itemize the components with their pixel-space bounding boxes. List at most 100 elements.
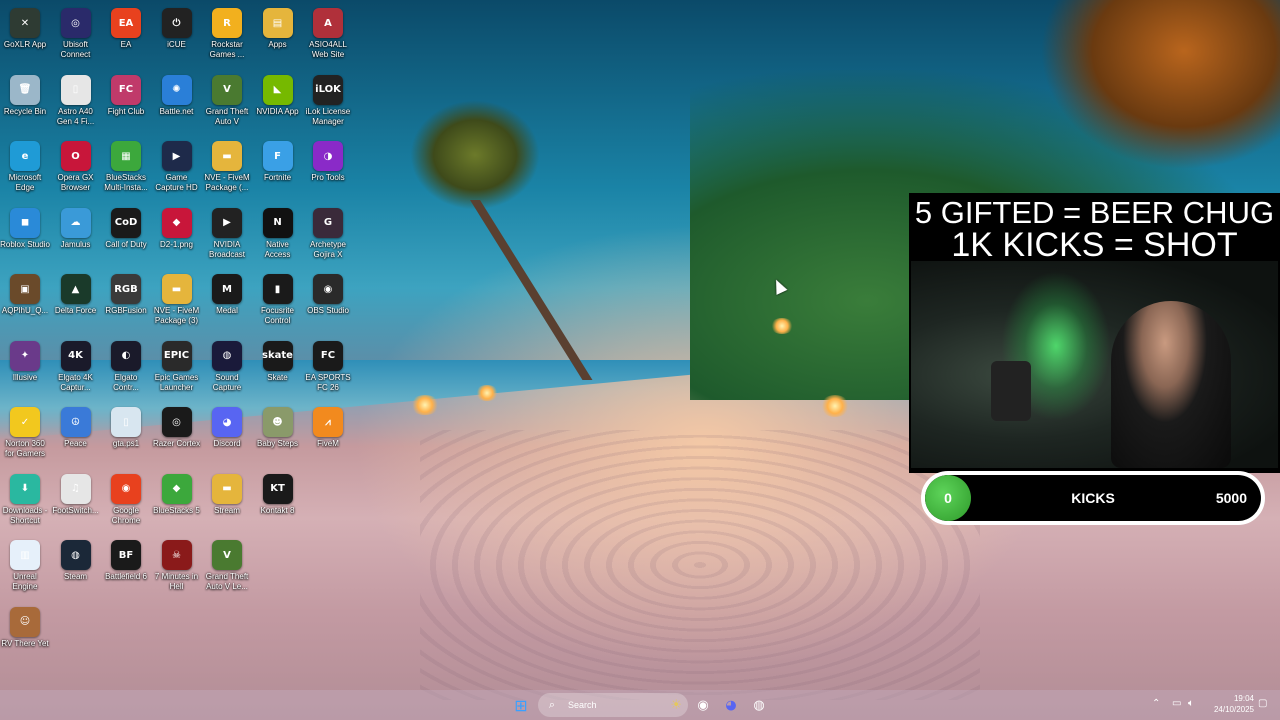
desktop-icon[interactable]: EA EA: [101, 2, 151, 68]
desktop-icon[interactable]: ◉ OBS Studio: [303, 268, 353, 334]
desktop-icon[interactable]: V Grand Theft Auto V Le...: [202, 534, 252, 600]
desktop-icon[interactable]: ◕ Discord: [202, 401, 252, 467]
desktop-icon[interactable]: ✕ GoXLR App: [0, 2, 50, 68]
desktop-icon-label: Grand Theft Auto V: [205, 106, 249, 126]
desktop-icon[interactable]: ☺ RV There Yet: [0, 601, 50, 667]
desktop-icon[interactable]: M Medal: [202, 268, 252, 334]
desktop-icon[interactable]: G Archetype Gojira X: [303, 202, 353, 268]
desktop-icon[interactable]: 4K Elgato 4K Captur...: [51, 335, 101, 401]
desktop-icon[interactable]: R Rockstar Games ...: [202, 2, 252, 68]
app-icon: ◐: [111, 340, 141, 371]
desktop-icon-label: Delta Force: [54, 306, 97, 315]
desktop-icon[interactable]: RGB RGBFusion: [101, 268, 151, 334]
desktop-icon[interactable]: ▶ Game Capture HD: [152, 135, 202, 201]
taskbar-discord-button[interactable]: ◕: [720, 694, 742, 716]
desktop-icon[interactable]: iLOK iLok License Manager: [303, 69, 353, 135]
desktop-icon[interactable]: ◉ Google Chrome: [101, 468, 151, 534]
desktop-icon[interactable]: ◐ Elgato Contr...: [101, 335, 151, 401]
app-icon: CoD: [111, 207, 141, 238]
desktop-icon[interactable]: N Native Access: [253, 202, 303, 268]
desktop-icon[interactable]: EPIC Epic Games Launcher: [152, 335, 202, 401]
clock-time: 19:04: [1233, 694, 1254, 703]
desktop-icon[interactable]: ▯ Astro A40 Gen 4 Fi...: [51, 69, 101, 135]
desktop-icon[interactable]: ▥ Unreal Engine: [0, 534, 50, 600]
desktop-icon[interactable]: V Grand Theft Auto V: [202, 69, 252, 135]
desktop-icon[interactable]: ▣ AQPlhU_Q...: [0, 268, 50, 334]
desktop-icon[interactable]: ☻ Baby Steps: [253, 401, 303, 467]
desktop-icon-label: NVIDIA App: [256, 106, 299, 116]
desktop-icon[interactable]: FC EA SPORTS FC 26: [303, 335, 353, 401]
desktop-icon[interactable]: ☠ 7 Minutes in Hell: [152, 534, 202, 600]
desktop-icon[interactable]: ⬇ Downloads - Shortcut: [0, 468, 50, 534]
app-icon: BF: [111, 540, 141, 570]
desktop-icon[interactable]: ✺ Battle.net: [152, 69, 202, 135]
app-icon: FC: [313, 340, 343, 371]
desktop-icon[interactable]: ⏻ iCUE: [152, 2, 202, 68]
taskbar-steam-button[interactable]: ◍: [748, 694, 770, 716]
desktop-icon[interactable]: ▲ Delta Force: [51, 268, 101, 334]
desktop-icon[interactable]: ◼ Roblox Studio: [0, 202, 50, 268]
app-icon: ▮: [262, 274, 293, 304]
desktop-icon[interactable]: ⩘ FiveM: [303, 401, 353, 467]
desktop-icon[interactable]: ☁ Jamulus: [51, 202, 101, 268]
desktop-icon[interactable]: ◍ Steam: [51, 534, 101, 600]
desktop-icon[interactable]: CoD Call of Duty: [101, 202, 151, 268]
desktop-icon[interactable]: ◆ BlueStacks 5: [152, 468, 202, 534]
app-icon: ◆: [161, 207, 192, 238]
taskbar-search[interactable]: ⌕ Search ☀: [538, 693, 688, 717]
desktop-icon-label: Unreal Engine: [12, 572, 38, 591]
desktop-icon[interactable]: ▦ BlueStacks Multi-Insta...: [101, 135, 151, 201]
app-icon: ▯: [60, 74, 91, 105]
desktop-icon[interactable]: ◎ Razer Cortex: [152, 401, 202, 467]
desktop-icon[interactable]: e Microsoft Edge: [0, 135, 50, 201]
desktop-icon[interactable]: ▤ Apps: [253, 2, 303, 68]
desktop-icon-label: Ubisoft Connect: [60, 40, 91, 59]
desktop-icon[interactable]: O Opera GX Browser: [51, 135, 101, 201]
app-icon: ✕: [10, 8, 40, 38]
desktop-icon[interactable]: ▬ NVE - FiveM Package (...: [202, 135, 252, 201]
desktop-icon[interactable]: ✦ Illusive: [0, 335, 50, 401]
desktop-icon[interactable]: FC Fight Club: [101, 69, 151, 135]
goal-label: KICKS: [1071, 490, 1115, 506]
volume-icon[interactable]: 🔈︎: [1188, 698, 1194, 709]
desktop-icon[interactable]: ◆ D2-1.png: [152, 202, 202, 268]
desktop-icon[interactable]: 🗑 Recycle Bin: [0, 69, 50, 135]
desktop-icon[interactable]: F Fortnite: [253, 135, 303, 201]
desktop-icon-label: Native Access: [264, 239, 291, 259]
network-icon[interactable]: ▭: [1172, 698, 1181, 709]
desktop-icon[interactable]: ▬ NVE - FiveM Package (3): [152, 268, 202, 334]
desktop-icon-label: Norton 360 for Gamers: [4, 439, 45, 458]
desktop-icon[interactable]: ◑ Pro Tools: [303, 135, 353, 201]
app-icon: ▬: [212, 473, 242, 504]
desktop-icon[interactable]: ▬ Stream: [202, 468, 252, 534]
desktop-icon[interactable]: ◣ NVIDIA App: [253, 69, 303, 135]
desktop-icon[interactable]: skate Skate: [253, 335, 303, 401]
desktop-icon[interactable]: ◎ Ubisoft Connect: [51, 2, 101, 68]
desktop-icon[interactable]: ☮ Peace: [51, 401, 101, 467]
desktop-icon-label: Peace: [64, 439, 87, 448]
app-icon: ⏻: [161, 8, 192, 38]
desktop-icon[interactable]: ♫ FootSwitch...: [51, 468, 101, 534]
app-icon: KT: [262, 473, 293, 504]
desktop-icon[interactable]: ▯ gta.ps1: [101, 401, 151, 467]
desktop-icon[interactable]: ▶ NVIDIA Broadcast: [202, 202, 252, 268]
desktop-icon-label: NVE - FiveM Package (...: [204, 173, 250, 192]
start-button[interactable]: ⊞: [510, 694, 532, 716]
desktop-icon[interactable]: ◍ Sound Capture: [202, 335, 252, 401]
desktop-icon-label: Recycle Bin: [3, 106, 47, 116]
desktop-icon-label: Astro A40 Gen 4 Fi...: [56, 106, 95, 126]
kicks-goal-bar: 0 KICKS 5000: [921, 471, 1265, 525]
tray-overflow-chevron-icon[interactable]: ⌃: [1152, 698, 1160, 709]
desktop-icon[interactable]: KT Kontakt 8: [253, 468, 303, 534]
taskbar-obs-button[interactable]: ◉: [692, 694, 714, 716]
desktop-icon[interactable]: ✓ Norton 360 for Gamers: [0, 401, 50, 467]
notification-icon[interactable]: ▢: [1258, 698, 1267, 709]
desktop-icon-label: Battlefield 6: [105, 572, 147, 581]
desktop-icon-label: Jamulus: [60, 239, 91, 249]
desktop-icon-label: D2-1.png: [160, 239, 193, 249]
desktop-icon[interactable]: BF Battlefield 6: [101, 534, 151, 600]
taskbar-clock[interactable]: 19:04 24/10/2025: [1208, 693, 1254, 715]
desktop-icon[interactable]: ▮ Focusrite Control: [253, 268, 303, 334]
desktop-icon[interactable]: A ASIO4ALL Web Site: [303, 2, 353, 68]
app-icon: ♫: [60, 473, 91, 504]
